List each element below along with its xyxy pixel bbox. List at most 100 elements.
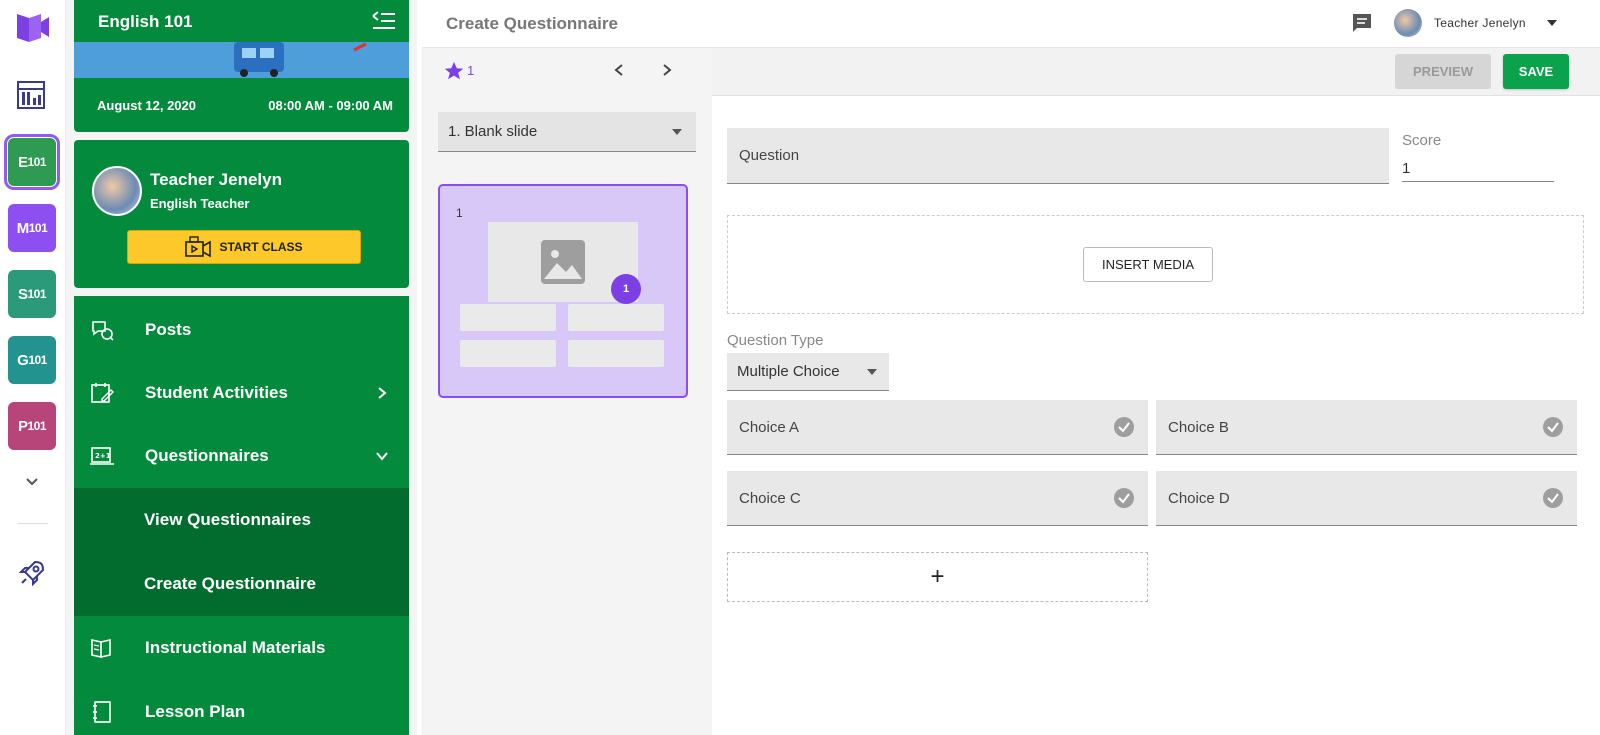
star-icon[interactable] — [443, 60, 465, 82]
choice-b-input[interactable]: Choice B — [1156, 400, 1577, 455]
choice-placeholder — [568, 340, 664, 367]
question-type-label: Question Type — [727, 332, 824, 349]
course-prefix: P — [17, 417, 28, 435]
video-book-logo-icon[interactable] — [15, 10, 51, 46]
sidebar-item-view-questionnaires[interactable]: View Questionnaires — [74, 488, 409, 552]
chevron-down-icon[interactable] — [24, 474, 40, 490]
open-book-icon — [91, 639, 111, 658]
sidebar-item-label: Instructional Materials — [145, 638, 326, 657]
score-input[interactable]: 1 — [1402, 156, 1554, 182]
bus-illustration-icon — [234, 42, 367, 77]
course-e101[interactable]: E 101 — [4, 134, 60, 190]
chevron-down-icon — [376, 452, 388, 461]
question-input[interactable]: Question — [727, 128, 1389, 184]
course-sidebar: English 101 August 12, 2020 08:00 AM - 0… — [66, 0, 417, 735]
teacher-role: English Teacher — [150, 196, 250, 211]
slides-panel: 1 1. Blank slide 1 1 — [422, 48, 712, 735]
question-type-value: Multiple Choice — [737, 363, 840, 380]
course-suffix: 101 — [27, 419, 47, 433]
sidebar-item-label: Student Activities — [145, 383, 288, 402]
caret-down-icon[interactable] — [1547, 18, 1557, 28]
course-prefix: E — [17, 153, 28, 171]
teacher-avatar — [92, 166, 142, 216]
sidebar-nav: Posts Student Activities 2+1 Questionnai… — [74, 296, 409, 735]
slide-select[interactable]: 1. Blank slide — [438, 112, 696, 152]
class-time: 08:00 AM - 09:00 AM — [268, 98, 393, 113]
sidebar-item-label: Create Questionnaire — [144, 574, 316, 593]
choice-label: Choice A — [739, 418, 800, 436]
add-choice-button[interactable]: + — [727, 552, 1148, 602]
choice-placeholder — [460, 304, 556, 331]
sidebar-item-label: View Questionnaires — [144, 510, 311, 529]
course-p101[interactable]: P 101 — [8, 402, 56, 450]
user-avatar[interactable] — [1394, 9, 1422, 37]
sidebar-item-questionnaires[interactable]: 2+1 Questionnaires — [74, 424, 409, 488]
question-placeholder: Question — [739, 147, 800, 164]
rail-divider — [18, 523, 48, 524]
class-date: August 12, 2020 — [97, 98, 196, 113]
editor-toolbar: PREVIEW SAVE — [712, 48, 1600, 96]
course-m101[interactable]: M 101 — [8, 204, 56, 252]
collapse-menu-icon[interactable] — [371, 10, 397, 32]
caret-down-icon — [867, 369, 877, 375]
chat-bubbles-icon — [92, 321, 114, 341]
caret-down-icon — [672, 129, 682, 135]
main-area: Create Questionnaire Teacher Jenelyn 1 1… — [417, 0, 1600, 735]
course-banner — [74, 42, 409, 78]
library-icon[interactable] — [16, 80, 46, 110]
course-suffix: 101 — [27, 155, 47, 169]
check-circle-icon[interactable] — [1114, 417, 1134, 437]
star-count: 1 — [467, 63, 475, 78]
slide-thumbnail[interactable]: 1 1 — [438, 184, 688, 398]
media-dropzone[interactable]: INSERT MEDIA — [727, 215, 1584, 314]
question-editor: PREVIEW SAVE Question Score 1 INSERT MED… — [712, 48, 1600, 735]
check-circle-icon[interactable] — [1543, 417, 1563, 437]
course-title: English 101 — [98, 12, 193, 31]
choice-label: Choice C — [739, 489, 801, 507]
check-circle-icon[interactable] — [1114, 488, 1134, 508]
sidebar-item-create-questionnaire[interactable]: Create Questionnaire — [74, 552, 409, 616]
sidebar-item-instructional-materials[interactable]: Instructional Materials — [74, 616, 409, 680]
question-type-select[interactable]: Multiple Choice — [727, 353, 889, 391]
slide-number: 1 — [456, 206, 463, 220]
sidebar-item-label: Posts — [145, 320, 192, 339]
choice-c-input[interactable]: Choice C — [727, 471, 1148, 526]
course-prefix: M — [16, 219, 30, 237]
sidebar-item-student-activities[interactable]: Student Activities — [74, 361, 409, 425]
calendar-edit-icon — [91, 383, 114, 403]
sidebar-item-posts[interactable]: Posts — [74, 298, 409, 362]
page-title: Create Questionnaire — [446, 14, 618, 33]
score-label: Score — [1402, 132, 1442, 149]
message-icon[interactable] — [1351, 12, 1373, 34]
top-bar: Create Questionnaire Teacher Jenelyn — [422, 0, 1600, 48]
rocket-icon[interactable] — [17, 558, 47, 588]
slide-select-value: 1. Blank slide — [448, 123, 538, 140]
course-prefix: G — [17, 351, 29, 369]
chevron-right-icon[interactable] — [660, 63, 674, 77]
course-suffix: 101 — [27, 287, 47, 301]
save-button[interactable]: SAVE — [1503, 54, 1569, 89]
choice-placeholder — [568, 304, 664, 331]
sidebar-item-label: Questionnaires — [145, 446, 269, 465]
slide-score-badge: 1 — [611, 274, 641, 304]
teacher-card: Teacher Jenelyn English Teacher START CL… — [74, 140, 409, 288]
image-icon — [541, 240, 585, 284]
insert-media-button[interactable]: INSERT MEDIA — [1083, 247, 1213, 282]
video-camera-icon — [185, 236, 212, 258]
choice-d-input[interactable]: Choice D — [1156, 471, 1577, 526]
choice-placeholder — [460, 340, 556, 367]
choice-a-input[interactable]: Choice A — [727, 400, 1148, 455]
start-class-button[interactable]: START CLASS — [127, 230, 361, 264]
course-suffix: 101 — [28, 221, 48, 235]
course-s101[interactable]: S 101 — [8, 270, 56, 318]
course-header-card: English 101 August 12, 2020 08:00 AM - 0… — [74, 0, 409, 132]
user-name[interactable]: Teacher Jenelyn — [1434, 16, 1526, 30]
chevron-left-icon[interactable] — [612, 63, 626, 77]
course-g101[interactable]: G 101 — [8, 336, 56, 384]
course-suffix: 101 — [28, 353, 47, 367]
preview-button[interactable]: PREVIEW — [1395, 54, 1491, 89]
sidebar-item-lesson-plan[interactable]: Lesson Plan — [74, 680, 409, 735]
app-rail: E 101 M 101 S 101 G 101 P 101 — [0, 0, 66, 735]
check-circle-icon[interactable] — [1543, 488, 1563, 508]
course-prefix: S — [17, 285, 28, 303]
